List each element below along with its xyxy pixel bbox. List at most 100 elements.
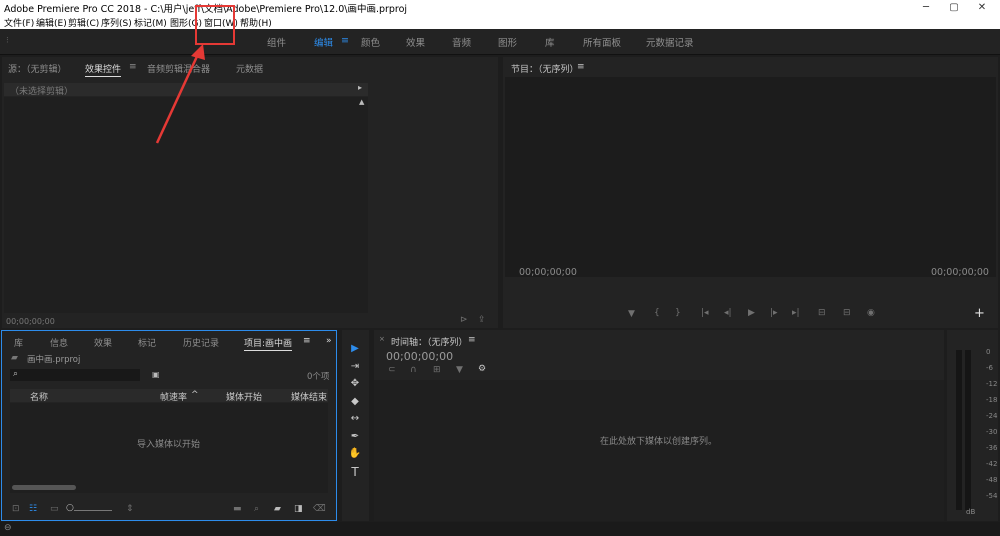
column-name[interactable]: 名称 — [30, 390, 48, 403]
panel-menu-icon[interactable]: ≡ — [129, 62, 137, 72]
horizontal-scrollbar[interactable] — [12, 485, 76, 490]
export-icon[interactable]: ⇪ — [478, 315, 486, 325]
tab-metadata[interactable]: 元数据 — [236, 62, 263, 75]
track-select-tool-icon[interactable]: ⇥ — [348, 360, 362, 374]
expand-right-icon[interactable]: ▸ — [358, 83, 362, 92]
razor-tool-icon[interactable]: ◆ — [348, 395, 362, 409]
drop-media-hint: 在此处放下媒体以创建序列。 — [600, 437, 718, 447]
go-to-in-icon[interactable]: |◂ — [701, 308, 709, 318]
tab-effect-controls[interactable]: 效果控件 — [85, 62, 122, 77]
export-frame-icon[interactable]: ◉ — [867, 308, 875, 318]
program-menu-icon[interactable]: ≡ — [577, 62, 585, 72]
play-icon[interactable]: ▶ — [748, 308, 755, 318]
clear-icon[interactable]: ⌫ — [313, 504, 326, 514]
list-view-icon[interactable]: ☷ — [29, 504, 37, 514]
snap-icon[interactable]: ∩ — [410, 365, 417, 375]
add-marker-timeline-icon[interactable]: ▼ — [456, 365, 463, 375]
close-button[interactable]: ✕ — [968, 0, 996, 15]
go-to-out-icon[interactable]: ▸| — [792, 308, 800, 318]
menu-sequence[interactable]: 序列(S) — [101, 16, 132, 29]
column-media-end[interactable]: 媒体结束 — [291, 390, 327, 403]
maximize-button[interactable]: ▢ — [940, 0, 968, 15]
tab-effects[interactable]: 效果 — [94, 336, 112, 349]
workspace-libraries[interactable]: 库 — [545, 35, 555, 49]
status-bar: ⊖ — [0, 522, 1000, 536]
meter-tick: -18 — [986, 396, 998, 404]
workspace-audio[interactable]: 音频 — [452, 35, 471, 49]
program-timecode-duration: 00;00;00;00 — [931, 267, 989, 278]
project-list-area[interactable]: 导入媒体以开始 — [10, 403, 328, 493]
title-bar: Adobe Premiere Pro CC 2018 - C:\用户\jeff\… — [0, 0, 1000, 15]
timeline-drop-area[interactable]: 在此处放下媒体以创建序列。 — [374, 380, 944, 521]
new-bin-icon[interactable]: ▰ — [274, 504, 281, 514]
program-viewer[interactable] — [505, 77, 996, 277]
program-title: 节目：（无序列） — [511, 65, 579, 75]
tab-history[interactable]: 历史记录 — [183, 336, 219, 349]
ripple-edit-tool-icon[interactable]: ✥ — [348, 377, 362, 391]
wrench-icon[interactable]: ⚙ — [478, 364, 486, 374]
close-tab-icon[interactable]: × — [379, 335, 385, 343]
tab-source[interactable]: 源：（无剪辑） — [8, 62, 67, 75]
new-item-icon[interactable]: ◨ — [294, 504, 303, 514]
workspace-assembly[interactable]: 组件 — [267, 35, 286, 49]
project-menu-icon[interactable]: ≡ — [303, 336, 311, 346]
find-icon[interactable]: ⌕ — [254, 504, 259, 514]
menu-file[interactable]: 文件(F) — [4, 16, 34, 29]
project-search-input[interactable]: ⌕ — [10, 369, 140, 381]
icon-view-icon[interactable]: ▭ — [50, 504, 59, 514]
meter-db-label: dB — [966, 508, 976, 516]
mark-out-icon[interactable]: } — [675, 308, 681, 318]
timeline-menu-icon[interactable]: ≡ — [468, 335, 476, 345]
workspace-graphics[interactable]: 图形 — [498, 35, 517, 49]
column-media-start[interactable]: 媒体开始 — [226, 390, 262, 403]
menu-marker[interactable]: 标记(M) — [134, 16, 167, 29]
pen-tool-icon[interactable]: ✒ — [348, 430, 362, 444]
more-tabs-icon[interactable]: » — [326, 336, 332, 346]
sort-icon[interactable]: ⇕ — [126, 504, 134, 514]
lock-icon[interactable]: ⊡ — [12, 504, 20, 514]
meter-tick: 0 — [986, 348, 991, 356]
sort-ascending-icon[interactable]: ^ — [191, 390, 199, 400]
extract-icon[interactable]: ⊟ — [843, 308, 851, 318]
program-timecode-current: 00;00;00;00 — [519, 267, 577, 278]
workspace-editing[interactable]: 编辑 — [314, 35, 333, 49]
tab-libraries[interactable]: 库 — [14, 336, 23, 349]
linked-selection-icon[interactable]: ⊞ — [433, 365, 441, 375]
type-tool-icon[interactable]: T — [348, 465, 362, 479]
insert-nest-icon[interactable]: ⊂ — [388, 365, 396, 375]
new-bin-from-search-icon[interactable]: ▣ — [152, 370, 160, 379]
lift-icon[interactable]: ⊟ — [818, 308, 826, 318]
add-marker-icon[interactable]: ▼ — [628, 309, 635, 319]
workspace-all-panels[interactable]: 所有面板 — [583, 35, 621, 49]
menu-clip[interactable]: 剪辑(C) — [68, 16, 99, 29]
selection-tool-icon[interactable]: ▶ — [348, 342, 362, 356]
zoom-slider-track[interactable] — [74, 510, 112, 511]
step-back-icon[interactable]: ◂| — [724, 308, 732, 318]
timeline-timecode[interactable]: 00;00;00;00 — [386, 350, 453, 363]
tab-project[interactable]: 项目:画中画 — [244, 336, 293, 351]
menu-help[interactable]: 帮助(H) — [240, 16, 272, 29]
step-forward-icon[interactable]: |▸ — [770, 308, 778, 318]
tab-markers[interactable]: 标记 — [138, 336, 156, 349]
hand-tool-icon[interactable]: ✋ — [348, 447, 362, 461]
workspace-color[interactable]: 颜色 — [361, 35, 380, 49]
workspace-effects[interactable]: 效果 — [406, 35, 425, 49]
timeline-title: 时间轴：（无序列） — [391, 338, 468, 348]
tab-audio-clip-mixer[interactable]: 音频剪辑混合器 — [147, 62, 210, 75]
mark-in-icon[interactable]: { — [654, 308, 660, 318]
scroll-up-icon[interactable]: ▲ — [359, 98, 364, 106]
filter-icon[interactable]: ⊳ — [460, 315, 468, 325]
workspace-metadata-logging[interactable]: 元数据记录 — [646, 35, 694, 49]
tab-info[interactable]: 信息 — [50, 336, 68, 349]
add-button[interactable]: + — [974, 306, 985, 321]
menu-edit[interactable]: 编辑(E) — [36, 16, 67, 29]
slip-tool-icon[interactable]: ↔ — [348, 412, 362, 426]
item-count: 0个项 — [307, 372, 330, 382]
folder-icon: ▰ — [11, 353, 18, 363]
zoom-slider-knob[interactable]: ○ — [66, 503, 74, 513]
workspace-menu-icon[interactable]: ≡ — [341, 35, 349, 46]
column-frame-rate[interactable]: 帧速率 — [160, 390, 187, 403]
minimize-button[interactable]: ─ — [912, 0, 940, 15]
status-icon: ⊖ — [4, 523, 12, 533]
automate-to-sequence-icon[interactable]: ▬ — [233, 504, 242, 514]
